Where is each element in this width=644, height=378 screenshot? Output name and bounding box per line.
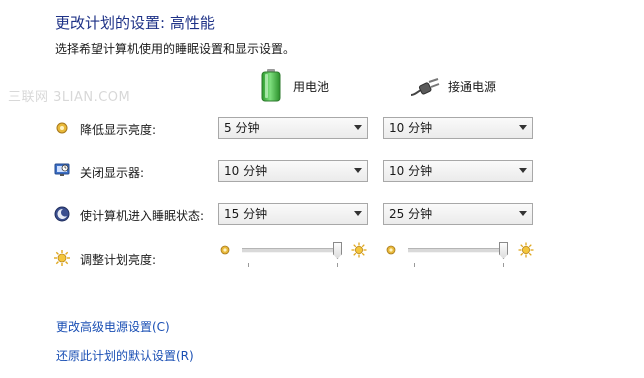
chevron-down-icon — [519, 211, 527, 216]
dim-display-plugged-select[interactable]: 10 分钟 — [383, 117, 533, 139]
turn-off-display-plugged-select[interactable]: 10 分钟 — [383, 160, 533, 182]
dim-display-plugged-value: 10 分钟 — [389, 121, 433, 135]
turn-off-display-label: 关闭显示器: — [80, 166, 145, 180]
slider-tick — [248, 263, 249, 267]
sleep-label: 使计算机进入睡眠状态: — [80, 209, 205, 223]
battery-icon — [260, 68, 282, 102]
dim-brightness-icon — [54, 120, 70, 136]
chevron-down-icon — [354, 211, 362, 216]
sleep-moon-icon — [54, 206, 70, 222]
brightness-label: 调整计划亮度: — [80, 253, 157, 267]
brightness-sun-icon — [351, 242, 367, 258]
brightness-sun-icon — [53, 249, 70, 266]
slider-tick — [414, 263, 415, 267]
restore-defaults-link[interactable]: 还原此计划的默认设置(R) — [56, 347, 194, 364]
watermark-text: 三联网 3LIAN.COM — [8, 90, 131, 105]
chevron-down-icon — [354, 125, 362, 130]
monitor-icon — [54, 162, 70, 178]
turn-off-display-battery-select[interactable]: 10 分钟 — [218, 160, 368, 182]
power-plan-settings-page: 更改计划的设置: 高性能 选择希望计算机使用的睡眠设置和显示设置。 三联网 3L… — [0, 0, 644, 378]
power-plug-icon — [409, 76, 441, 98]
slider-tick — [337, 263, 338, 267]
sleep-battery-select[interactable]: 15 分钟 — [218, 203, 368, 225]
slider-tick — [503, 263, 504, 267]
page-title: 更改计划的设置: 高性能 — [55, 14, 215, 32]
slider-track — [408, 248, 508, 253]
dim-brightness-icon — [219, 244, 231, 256]
dim-brightness-icon — [385, 244, 397, 256]
slider-thumb[interactable] — [499, 242, 508, 259]
sleep-plugged-value: 25 分钟 — [389, 207, 433, 221]
advanced-power-settings-link[interactable]: 更改高级电源设置(C) — [56, 318, 170, 335]
slider-thumb[interactable] — [333, 242, 342, 259]
battery-column-label: 用电池 — [293, 80, 330, 94]
brightness-sun-icon — [518, 242, 534, 258]
sleep-battery-value: 15 分钟 — [224, 207, 268, 221]
chevron-down-icon — [519, 168, 527, 173]
dim-display-battery-select[interactable]: 5 分钟 — [218, 117, 368, 139]
chevron-down-icon — [354, 168, 362, 173]
brightness-battery-slider[interactable] — [242, 242, 348, 270]
brightness-plugged-slider[interactable] — [408, 242, 514, 270]
turn-off-display-battery-value: 10 分钟 — [224, 164, 268, 178]
sleep-plugged-select[interactable]: 25 分钟 — [383, 203, 533, 225]
plugged-column-label: 接通电源 — [448, 80, 497, 94]
dim-display-battery-value: 5 分钟 — [224, 121, 260, 135]
page-subtitle: 选择希望计算机使用的睡眠设置和显示设置。 — [55, 42, 296, 56]
chevron-down-icon — [519, 125, 527, 130]
turn-off-display-plugged-value: 10 分钟 — [389, 164, 433, 178]
slider-track — [242, 248, 342, 253]
dim-display-label: 降低显示亮度: — [80, 123, 157, 137]
